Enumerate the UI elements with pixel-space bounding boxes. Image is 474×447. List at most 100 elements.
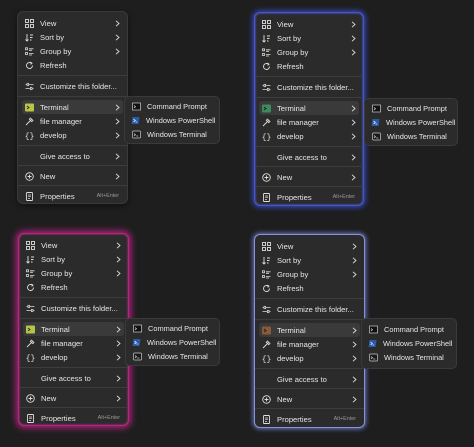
shortcut-label: Alt+Enter <box>333 416 356 422</box>
menu-separator <box>19 367 128 368</box>
powershell-icon <box>371 117 380 127</box>
menu-item-file-manager[interactable]: file manager <box>259 115 359 129</box>
menu-item-label: Group by <box>40 46 72 56</box>
menu-item-sort-by[interactable]: Sort by <box>23 252 124 266</box>
menu-separator <box>18 165 127 166</box>
menu-separator <box>18 185 127 186</box>
sliders-icon <box>261 82 271 92</box>
chevron-right-icon <box>350 339 358 349</box>
submenu-item-windows-terminal[interactable]: Windows Terminal <box>366 350 452 364</box>
terminal-icon <box>261 325 271 335</box>
powershell-icon <box>368 338 377 348</box>
menu-item-give-access[interactable]: Give access to <box>22 149 123 163</box>
submenu-item-command-prompt[interactable]: Command Prompt <box>369 101 453 115</box>
context-menu-lavender-glow: View Sort by Group by Refresh Customize this… <box>254 234 365 428</box>
submenu-item-command-prompt[interactable]: Command Prompt <box>130 321 215 335</box>
menu-item-terminal[interactable]: Terminal <box>22 100 123 114</box>
menu-separator <box>18 96 127 97</box>
menu-item-properties[interactable]: Properties Alt+Enter <box>23 411 124 425</box>
menu-item-refresh[interactable]: Refresh <box>23 280 124 294</box>
chevron-right-icon <box>350 353 358 363</box>
menu-item-develop[interactable]: {} develop <box>22 128 123 142</box>
menu-item-label: Sort by <box>41 254 66 264</box>
menu-item-view[interactable]: View <box>22 16 123 30</box>
menu-item-terminal[interactable]: Terminal <box>259 101 359 115</box>
sliders-icon <box>261 304 271 314</box>
menu-item-new[interactable]: New <box>259 392 360 406</box>
menu-item-refresh[interactable]: Refresh <box>22 58 123 72</box>
menu-item-file-manager[interactable]: file manager <box>259 337 360 351</box>
submenu-item-label: Windows Terminal <box>148 351 208 361</box>
menu-item-label: Properties <box>40 191 75 201</box>
command-prompt-icon <box>371 103 381 113</box>
menu-item-label: Give access to <box>40 151 90 161</box>
menu-item-give-access[interactable]: Give access to <box>259 372 360 386</box>
menu-item-new[interactable]: New <box>23 391 124 405</box>
menu-item-new[interactable]: New <box>259 170 359 184</box>
menu-item-customize-folder[interactable]: Customize this folder... <box>23 301 124 315</box>
menu-item-label: Refresh <box>277 61 304 71</box>
command-prompt-icon <box>368 324 378 334</box>
menu-item-customize-folder[interactable]: Customize this folder... <box>22 79 123 93</box>
submenu-item-windows-terminal[interactable]: Windows Terminal <box>129 127 215 141</box>
submenu-item-command-prompt[interactable]: Command Prompt <box>366 322 452 336</box>
menu-item-refresh[interactable]: Refresh <box>259 59 359 73</box>
submenu-item-windows-terminal[interactable]: Windows Terminal <box>130 349 215 363</box>
menu-item-sort-by[interactable]: Sort by <box>259 253 360 267</box>
menu-item-group-by[interactable]: Group by <box>259 267 360 281</box>
submenu-item-label: Command Prompt <box>147 101 207 111</box>
menu-item-sort-by[interactable]: Sort by <box>22 30 123 44</box>
submenu-item-label: Command Prompt <box>387 103 447 113</box>
menu-item-group-by[interactable]: Group by <box>23 266 124 280</box>
menu-item-group-by[interactable]: Group by <box>22 44 123 58</box>
menu-item-label: develop <box>277 353 304 363</box>
menu-item-customize-folder[interactable]: Customize this folder... <box>259 80 359 94</box>
menu-separator <box>18 75 127 76</box>
menu-item-refresh[interactable]: Refresh <box>259 281 360 295</box>
menu-item-label: New <box>40 171 56 181</box>
blank-icon <box>261 152 271 162</box>
menu-item-file-manager[interactable]: file manager <box>23 336 124 350</box>
menu-item-develop[interactable]: {} develop <box>259 129 359 143</box>
menu-item-file-manager[interactable]: file manager <box>22 114 123 128</box>
chevron-right-icon <box>350 325 358 335</box>
menu-item-view[interactable]: View <box>259 239 360 253</box>
menu-item-develop[interactable]: {} develop <box>259 351 360 365</box>
menu-item-view[interactable]: View <box>259 17 359 31</box>
refresh-icon <box>24 60 34 70</box>
submenu-item-windows-powershell[interactable]: Windows PowerShell <box>129 113 215 127</box>
menu-item-terminal[interactable]: Terminal <box>259 323 360 337</box>
sort-icon <box>24 32 34 42</box>
menu-item-properties[interactable]: Properties Alt+Enter <box>22 189 123 203</box>
submenu-item-windows-powershell[interactable]: Windows PowerShell <box>369 115 455 129</box>
menu-item-group-by[interactable]: Group by <box>259 45 359 59</box>
menu-item-view[interactable]: View <box>23 238 124 252</box>
menu-item-label: New <box>277 394 293 404</box>
group-by-icon <box>25 268 35 278</box>
menu-item-terminal[interactable]: Terminal <box>23 322 124 336</box>
windows-terminal-icon <box>132 351 142 361</box>
menu-item-properties[interactable]: Properties Alt+Enter <box>259 190 359 204</box>
submenu-item-label: Windows Terminal <box>384 352 444 362</box>
chevron-right-icon <box>114 254 122 264</box>
menu-item-sort-by[interactable]: Sort by <box>259 31 359 45</box>
menu-item-label: New <box>277 172 293 182</box>
submenu-item-windows-powershell[interactable]: Windows PowerShell <box>366 336 452 350</box>
braces-icon: {} <box>261 131 271 141</box>
grid-view-icon <box>24 18 34 28</box>
menu-item-give-access[interactable]: Give access to <box>259 150 359 164</box>
chevron-right-icon <box>349 19 357 29</box>
menu-item-label: Give access to <box>277 374 327 384</box>
submenu-item-windows-powershell[interactable]: Windows PowerShell <box>130 335 216 349</box>
menu-item-new[interactable]: New <box>22 169 123 183</box>
menu-item-label: View <box>41 240 58 250</box>
menu-item-label: Refresh <box>41 282 68 292</box>
submenu-item-windows-terminal[interactable]: Windows Terminal <box>369 129 453 143</box>
menu-item-customize-folder[interactable]: Customize this folder... <box>259 302 360 316</box>
menu-item-develop[interactable]: {} develop <box>23 350 124 364</box>
menu-item-give-access[interactable]: Give access to <box>23 371 124 385</box>
menu-item-label: Terminal <box>277 103 306 113</box>
menu-item-properties[interactable]: Properties Alt+Enter <box>259 412 360 426</box>
menu-item-label: Sort by <box>277 33 302 43</box>
submenu-item-command-prompt[interactable]: Command Prompt <box>129 99 215 113</box>
